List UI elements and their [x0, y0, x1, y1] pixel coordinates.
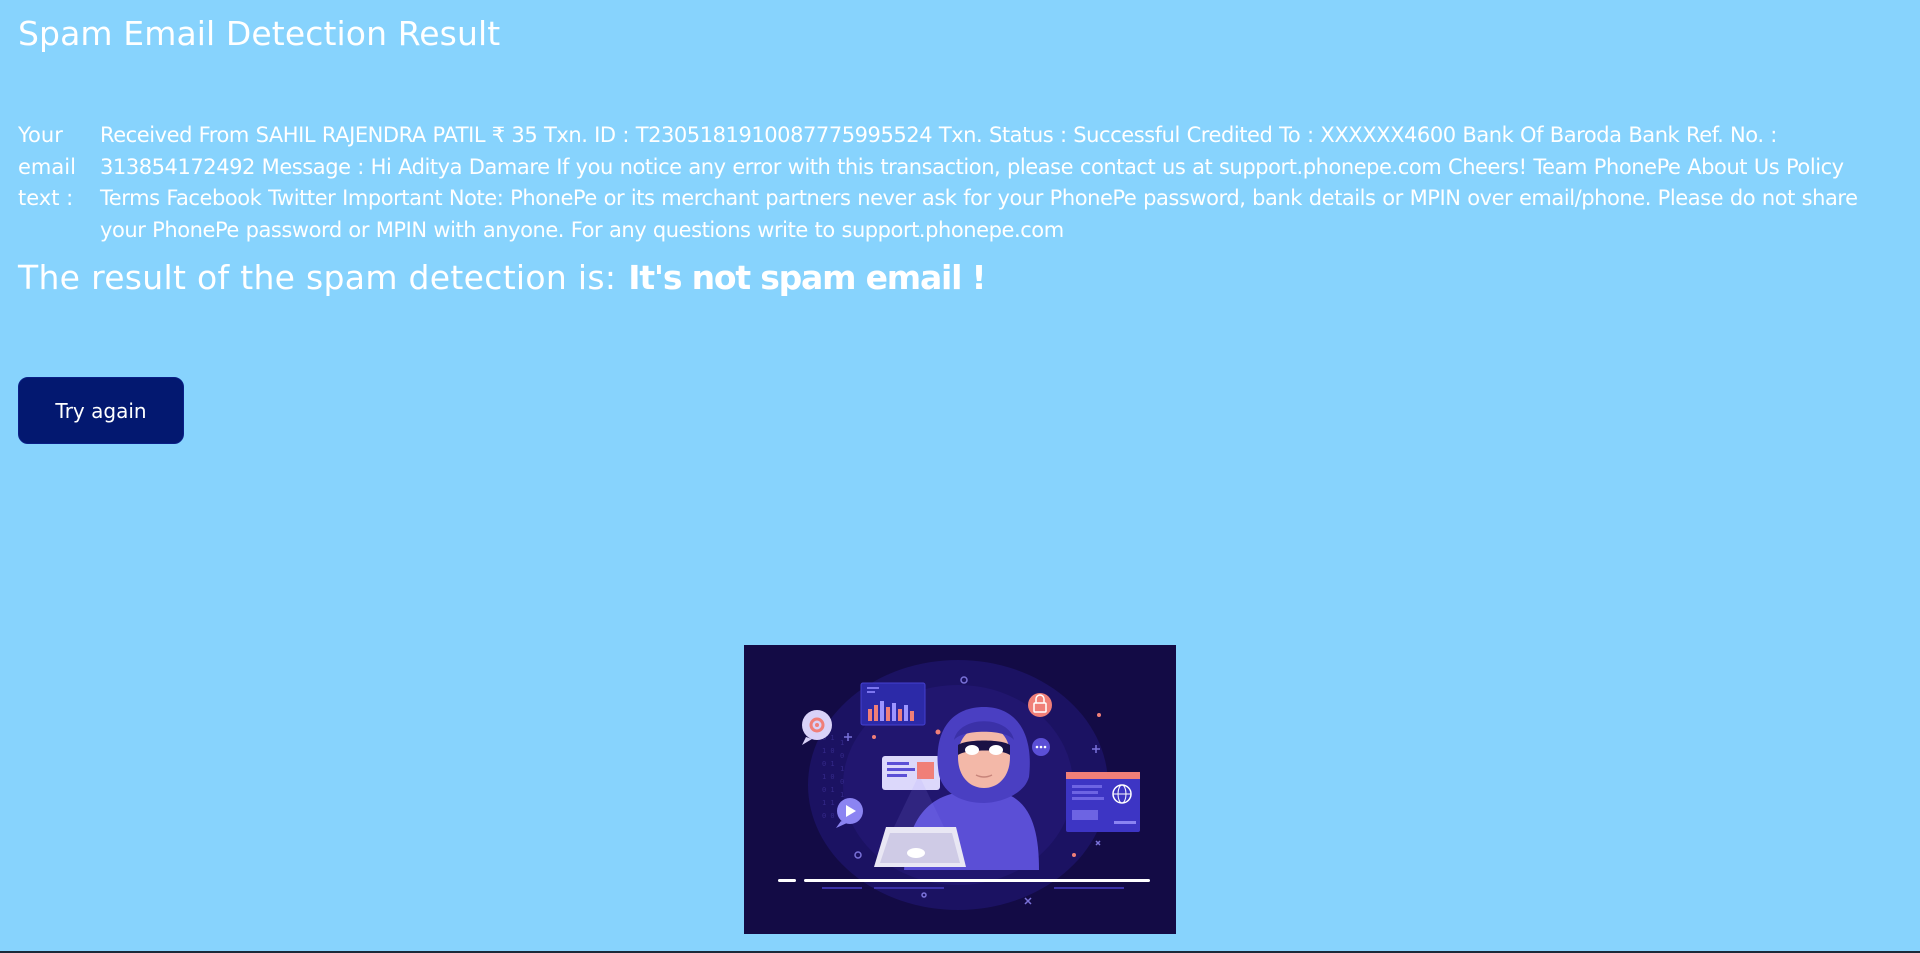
svg-text:0 1: 0 1: [822, 760, 835, 768]
svg-text:1 1: 1 1: [822, 799, 835, 807]
result-line: The result of the spam detection is: It's…: [18, 258, 987, 297]
svg-text:0 0: 0 0: [822, 812, 835, 820]
lock-icon: [1028, 693, 1052, 717]
floor-line-short: [778, 879, 796, 882]
floor-reflection-mid: [874, 887, 944, 889]
email-text-label: Your email text :: [18, 123, 76, 210]
hacker-illustration: 0 1 1 0 0 1 1 0 0 1 1 1 0 0 1 0 1 0 1 0 …: [744, 645, 1176, 934]
typing-bubble-icon: [1032, 738, 1050, 756]
result-prefix: The result of the spam detection is:: [18, 258, 617, 297]
svg-text:1 0: 1 0: [822, 747, 835, 755]
floor-line: [804, 879, 1150, 882]
svg-text:0: 0: [840, 778, 844, 786]
result-value: It's not spam email !: [628, 258, 986, 297]
floor-reflection-left: [822, 887, 862, 889]
svg-text:0 1: 0 1: [822, 786, 835, 794]
svg-text:1 0: 1 0: [822, 773, 835, 781]
floor-reflection-right: [1054, 887, 1124, 889]
email-text-content: Received From SAHIL RAJENDRA PATIL ₹ 35 …: [100, 123, 1858, 242]
bar-chart-icon: [860, 682, 926, 726]
svg-text:1: 1: [840, 791, 844, 799]
svg-text:1: 1: [840, 739, 844, 747]
globe-window-icon: [1066, 772, 1140, 832]
svg-text:0: 0: [840, 752, 844, 760]
chat-window-icon: [882, 756, 940, 790]
page-title: Spam Email Detection Result: [18, 14, 501, 53]
try-again-button[interactable]: Try again: [18, 377, 184, 444]
svg-text:1: 1: [840, 765, 844, 773]
email-section: Your email text : Received From SAHIL RA…: [18, 120, 1898, 246]
